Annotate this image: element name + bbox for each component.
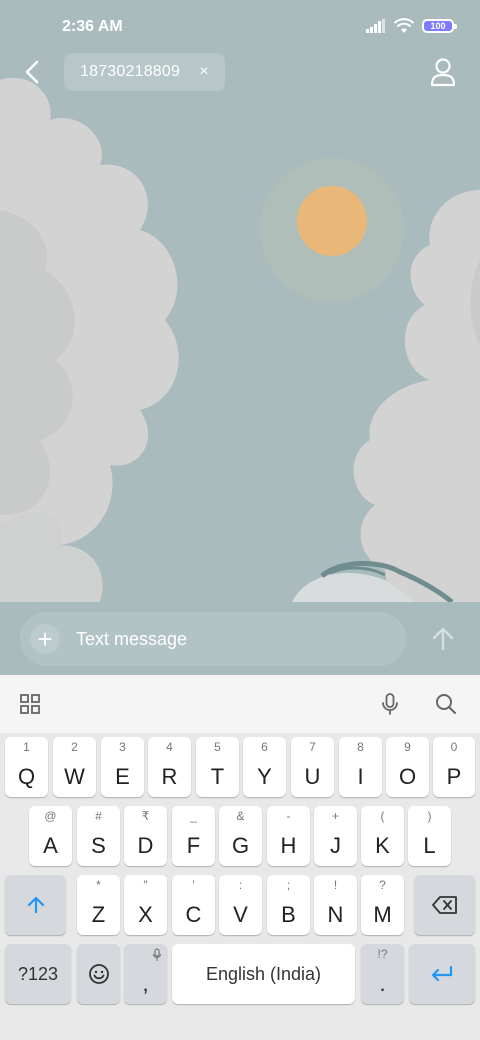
battery-level: 100 — [430, 21, 446, 31]
key-f[interactable]: _ F — [172, 806, 215, 866]
send-button[interactable] — [430, 626, 456, 652]
backspace-icon — [431, 896, 457, 914]
composer-bar: + Text message — [0, 602, 480, 675]
key-v[interactable]: :V — [219, 875, 262, 935]
key-s[interactable]: # S — [77, 806, 120, 866]
back-button[interactable] — [18, 58, 46, 86]
arrow-up-icon — [432, 627, 454, 651]
key-p[interactable]: 0P — [433, 737, 475, 797]
key-c[interactable]: ' C — [172, 875, 215, 935]
key-q[interactable]: 1Q — [5, 737, 48, 797]
key-n[interactable]: ! N — [314, 875, 357, 935]
key-t[interactable]: 5T — [196, 737, 239, 797]
soft-keyboard: 1Q 2W 3E 4R 5T 6Y 7U 8I 9O 0P @ A # S ₹ D _… — [0, 733, 480, 1040]
key-h[interactable]: -H — [267, 806, 310, 866]
chevron-left-icon — [25, 60, 39, 84]
key-d[interactable]: ₹ D — [124, 806, 167, 866]
status-icons: 100 — [366, 18, 457, 34]
key-k[interactable]: (K — [361, 806, 404, 866]
symbols-key[interactable]: ?123 — [5, 944, 71, 1004]
status-time: 2:36 AM — [62, 18, 123, 35]
backspace-key[interactable] — [414, 875, 475, 935]
space-key[interactable]: English (India) — [172, 944, 355, 1004]
signal-icon — [366, 19, 385, 33]
keyboard-toolbar — [0, 675, 480, 733]
recipient-chip[interactable]: 18730218809 × — [64, 53, 225, 91]
battery-icon: 100 — [422, 19, 457, 33]
key-j[interactable]: + J — [314, 806, 357, 866]
message-input[interactable]: + Text message — [20, 612, 406, 666]
key-g[interactable]: & G — [219, 806, 262, 866]
grid-icon — [20, 694, 40, 714]
key-l[interactable]: ) L — [408, 806, 451, 866]
person-icon — [430, 58, 456, 87]
search-icon — [436, 694, 456, 714]
key-a[interactable]: @ A — [29, 806, 72, 866]
conversation-header: 18730218809 × — [0, 52, 480, 92]
voice-input-button[interactable] — [378, 692, 402, 716]
mic-hint-icon — [152, 948, 162, 961]
shift-key[interactable] — [5, 875, 66, 935]
enter-icon — [431, 965, 453, 982]
apps-grid-button[interactable] — [18, 692, 42, 716]
key-r[interactable]: 4R — [148, 737, 191, 797]
period-key[interactable]: !? . — [361, 944, 404, 1004]
key-u[interactable]: 7U — [291, 737, 334, 797]
key-i[interactable]: 8I — [339, 737, 382, 797]
key-x[interactable]: " X — [124, 875, 167, 935]
enter-key[interactable] — [409, 944, 475, 1004]
wifi-icon — [394, 18, 414, 33]
key-y[interactable]: 6Y — [243, 737, 286, 797]
attach-plus-icon[interactable]: + — [30, 624, 60, 654]
smiley-icon — [88, 964, 109, 984]
status-bar: 2:36 AM 100 — [0, 0, 480, 56]
key-o[interactable]: 9O — [386, 737, 429, 797]
keyboard-search-button[interactable] — [434, 692, 458, 716]
microphone-icon — [382, 693, 398, 715]
comma-key[interactable]: , — [124, 944, 167, 1004]
key-w[interactable]: 2W — [53, 737, 96, 797]
key-z[interactable]: * Z — [77, 875, 120, 935]
contact-button[interactable] — [428, 56, 458, 88]
key-e[interactable]: 3E — [101, 737, 144, 797]
remove-recipient-icon[interactable]: × — [197, 62, 211, 82]
sun — [297, 186, 367, 256]
key-m[interactable]: ? M — [361, 875, 404, 935]
recipient-number: 18730218809 — [80, 63, 181, 80]
key-b[interactable]: ; B — [267, 875, 310, 935]
shift-arrow-icon — [27, 896, 44, 914]
message-placeholder: Text message — [76, 628, 188, 649]
emoji-key[interactable] — [77, 944, 120, 1004]
